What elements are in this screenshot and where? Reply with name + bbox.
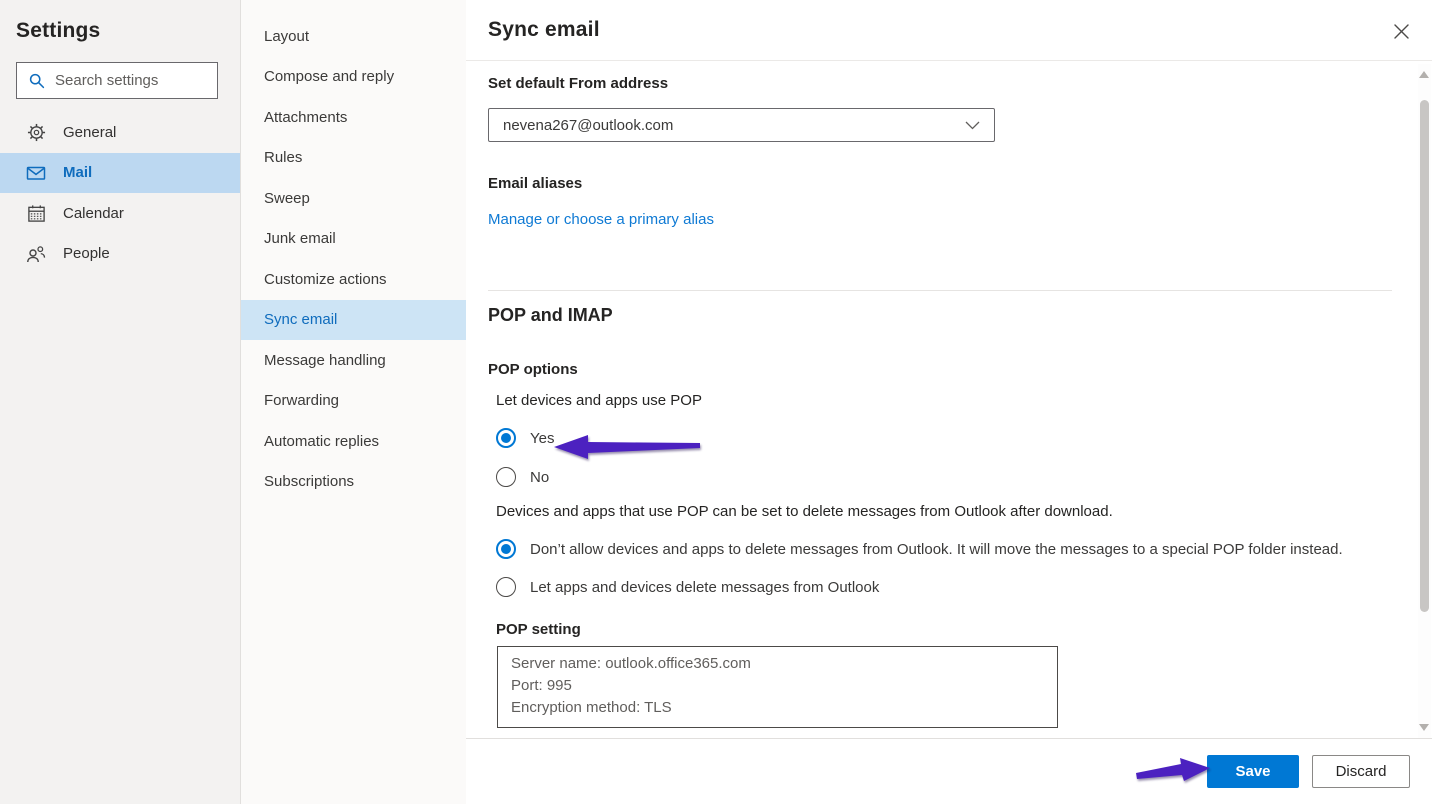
use-pop-question: Let devices and apps use POP	[496, 392, 1392, 409]
category-item-layout[interactable]: Layout	[241, 16, 466, 57]
panel-header: Sync email	[466, 0, 1432, 61]
radio-yes[interactable]	[496, 428, 516, 448]
manage-alias-link[interactable]: Manage or choose a primary alias	[488, 211, 714, 228]
discard-button[interactable]: Discard	[1312, 755, 1410, 788]
radio-label: No	[530, 469, 549, 486]
category-item-sync-email[interactable]: Sync email	[241, 300, 466, 341]
panel-body: Set default From address nevena267@outlo…	[466, 62, 1416, 738]
search-input[interactable]	[55, 72, 209, 89]
scrollbar[interactable]	[1418, 64, 1431, 738]
from-address-dropdown[interactable]: nevena267@outlook.com	[488, 108, 995, 142]
scroll-up-button[interactable]	[1419, 71, 1429, 78]
pop-delete-description: Devices and apps that use POP can be set…	[496, 503, 1392, 520]
section-divider	[488, 290, 1392, 291]
category-item-rules[interactable]: Rules	[241, 138, 466, 179]
radio-option-let-delete[interactable]: Let apps and devices delete messages fro…	[496, 577, 1392, 597]
pop-server-name: Server name: outlook.office365.com	[511, 653, 1044, 675]
pop-setting-box: Server name: outlook.office365.com Port:…	[497, 646, 1058, 728]
mail-icon	[26, 163, 46, 183]
radio-option-dont-allow-delete[interactable]: Don’t allow devices and apps to delete m…	[496, 539, 1392, 559]
radio-label: Don’t allow devices and apps to delete m…	[530, 541, 1343, 558]
category-item-attachments[interactable]: Attachments	[241, 97, 466, 138]
sidebar-nav: General Mail	[0, 112, 240, 274]
radio-label: Yes	[530, 430, 554, 447]
search-icon	[28, 72, 46, 90]
category-item-sweep[interactable]: Sweep	[241, 178, 466, 219]
calendar-icon	[26, 203, 46, 223]
pop-encryption-method: Encryption method: TLS	[511, 697, 1044, 719]
close-icon	[1394, 24, 1409, 39]
sidebar-item-general[interactable]: General	[0, 112, 240, 153]
category-item-automatic-replies[interactable]: Automatic replies	[241, 421, 466, 462]
radio-no[interactable]	[496, 467, 516, 487]
sidebar-item-mail[interactable]: Mail	[0, 153, 240, 194]
page-title: Sync email	[466, 0, 1432, 42]
settings-sidebar: Settings	[0, 0, 241, 804]
sidebar-item-people[interactable]: People	[0, 234, 240, 275]
sidebar-item-label: General	[63, 124, 116, 141]
close-button[interactable]	[1392, 22, 1410, 40]
sidebar-item-label: Mail	[63, 164, 92, 181]
mail-settings-categories: Layout Compose and reply Attachments Rul…	[241, 0, 466, 804]
scroll-down-button[interactable]	[1419, 724, 1429, 731]
radio-option-no[interactable]: No	[496, 467, 1392, 487]
radio-option-yes[interactable]: Yes	[496, 428, 1392, 448]
search-settings-box[interactable]	[16, 62, 218, 99]
chevron-down-icon	[965, 121, 980, 130]
sidebar-item-label: People	[63, 245, 110, 262]
sidebar-item-calendar[interactable]: Calendar	[0, 193, 240, 234]
sync-email-panel: Sync email Set default From address neve…	[466, 0, 1432, 804]
category-item-compose-and-reply[interactable]: Compose and reply	[241, 57, 466, 98]
category-item-subscriptions[interactable]: Subscriptions	[241, 462, 466, 503]
radio-let-delete[interactable]	[496, 577, 516, 597]
from-address-label: Set default From address	[488, 75, 1392, 92]
email-aliases-label: Email aliases	[488, 175, 1392, 192]
scrollbar-thumb[interactable]	[1420, 100, 1429, 612]
category-item-junk-email[interactable]: Junk email	[241, 219, 466, 260]
gear-icon	[26, 122, 46, 142]
from-address-value: nevena267@outlook.com	[503, 117, 673, 134]
save-button[interactable]: Save	[1207, 755, 1299, 788]
category-item-customize-actions[interactable]: Customize actions	[241, 259, 466, 300]
pop-options-label: POP options	[488, 361, 1392, 378]
settings-dialog: Settings	[0, 0, 1432, 804]
people-icon	[26, 244, 46, 264]
pop-setting-label: POP setting	[496, 621, 1392, 638]
pop-port: Port: 995	[511, 675, 1044, 697]
pop-imap-heading: POP and IMAP	[488, 305, 1392, 326]
category-item-forwarding[interactable]: Forwarding	[241, 381, 466, 422]
panel-footer: Save Discard	[466, 738, 1432, 804]
radio-dont-allow-delete[interactable]	[496, 539, 516, 559]
settings-title: Settings	[16, 19, 240, 43]
sidebar-item-label: Calendar	[63, 205, 124, 222]
category-item-message-handling[interactable]: Message handling	[241, 340, 466, 381]
radio-label: Let apps and devices delete messages fro…	[530, 579, 879, 596]
